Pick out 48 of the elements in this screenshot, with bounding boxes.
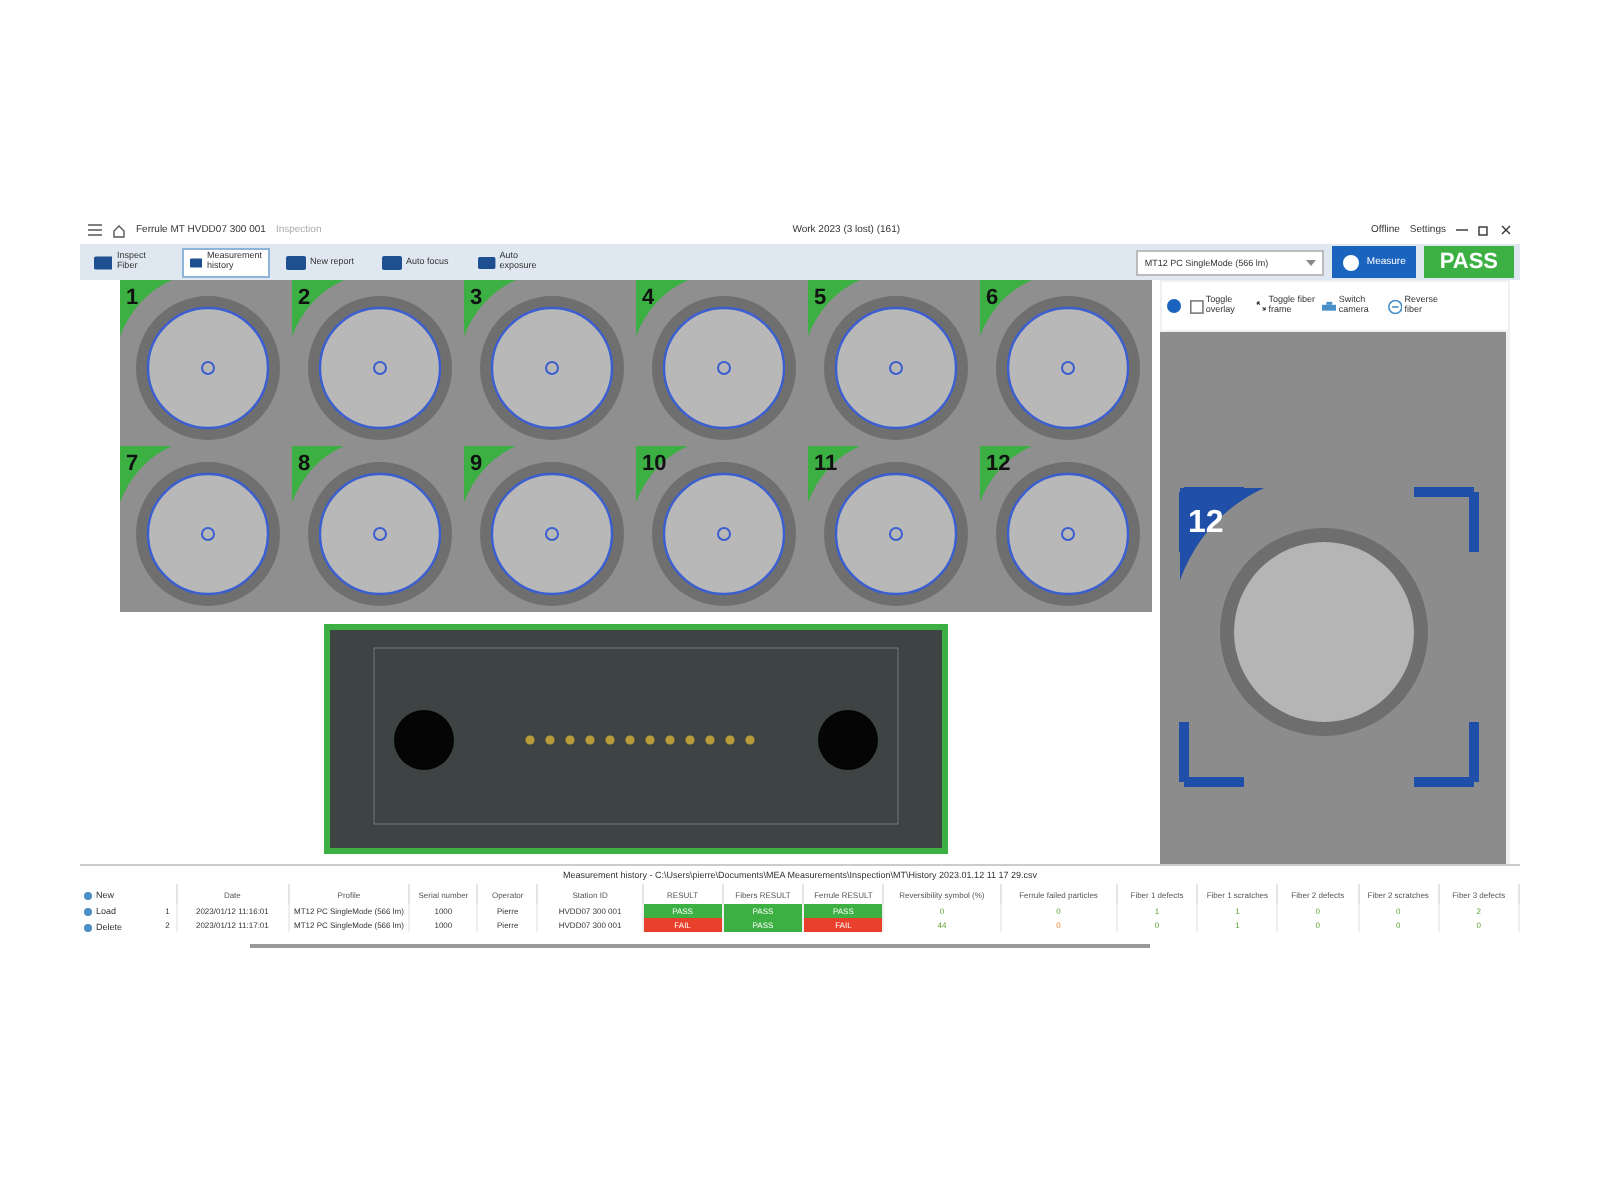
fiber-image[interactable]: 11 <box>808 446 980 612</box>
fiber-image[interactable]: 10 <box>636 446 808 612</box>
restore-icon[interactable] <box>1478 224 1490 236</box>
fiber-number: 6 <box>986 286 999 310</box>
fiber-number: 1 <box>126 286 139 310</box>
result-badge: PASS <box>1423 246 1514 278</box>
fiber-image[interactable]: 3 <box>464 280 636 446</box>
close-icon[interactable] <box>1500 224 1512 236</box>
fiber-image[interactable]: 6 <box>980 280 1152 446</box>
fiber-image[interactable]: 7 <box>120 446 292 612</box>
fiber-number: 7 <box>126 452 139 476</box>
fiber-image[interactable]: 12 <box>980 446 1152 612</box>
menu-icon[interactable] <box>88 224 102 236</box>
fiber-image[interactable]: 8 <box>292 446 464 612</box>
reverse-icon <box>1388 297 1403 315</box>
fiber-image[interactable]: 2 <box>292 280 464 446</box>
fiber-number: 12 <box>1188 506 1224 540</box>
fiber-number: 3 <box>470 286 483 310</box>
fiber-image[interactable]: 5 <box>808 280 980 446</box>
screen-icon <box>190 253 203 271</box>
dot-icon <box>84 923 92 931</box>
dot-icon <box>84 907 92 915</box>
arrows-icon <box>1256 298 1267 314</box>
home-icon[interactable] <box>112 223 126 237</box>
screen-icon <box>94 253 113 271</box>
fiber-number: 11 <box>814 452 838 476</box>
circle-icon <box>1342 253 1361 271</box>
fiber-number: 8 <box>298 452 311 476</box>
fiber-number: 9 <box>470 452 483 476</box>
minimize-icon[interactable] <box>1456 224 1468 236</box>
caret-icon <box>1306 259 1317 265</box>
scrollbar[interactable] <box>250 944 1150 948</box>
screen-icon <box>478 253 496 271</box>
fiber-number: 12 <box>986 452 1011 476</box>
screen-icon <box>382 253 402 271</box>
label-tag <box>1180 488 1264 580</box>
fiber-number: 5 <box>814 286 827 310</box>
dot-icon <box>84 891 92 899</box>
fiber-number: 4 <box>642 286 655 310</box>
zoom-icon[interactable] <box>1166 297 1184 315</box>
fiber-image[interactable]: 4 <box>636 280 808 446</box>
camera-icon <box>1322 299 1337 313</box>
screen-icon <box>286 253 306 271</box>
fiber-number: 10 <box>642 452 667 476</box>
fiber-image[interactable]: 9 <box>464 446 636 612</box>
fiber-number: 2 <box>298 286 311 310</box>
checkbox-icon <box>1190 297 1204 315</box>
fiber-image[interactable]: 1 <box>120 280 292 446</box>
